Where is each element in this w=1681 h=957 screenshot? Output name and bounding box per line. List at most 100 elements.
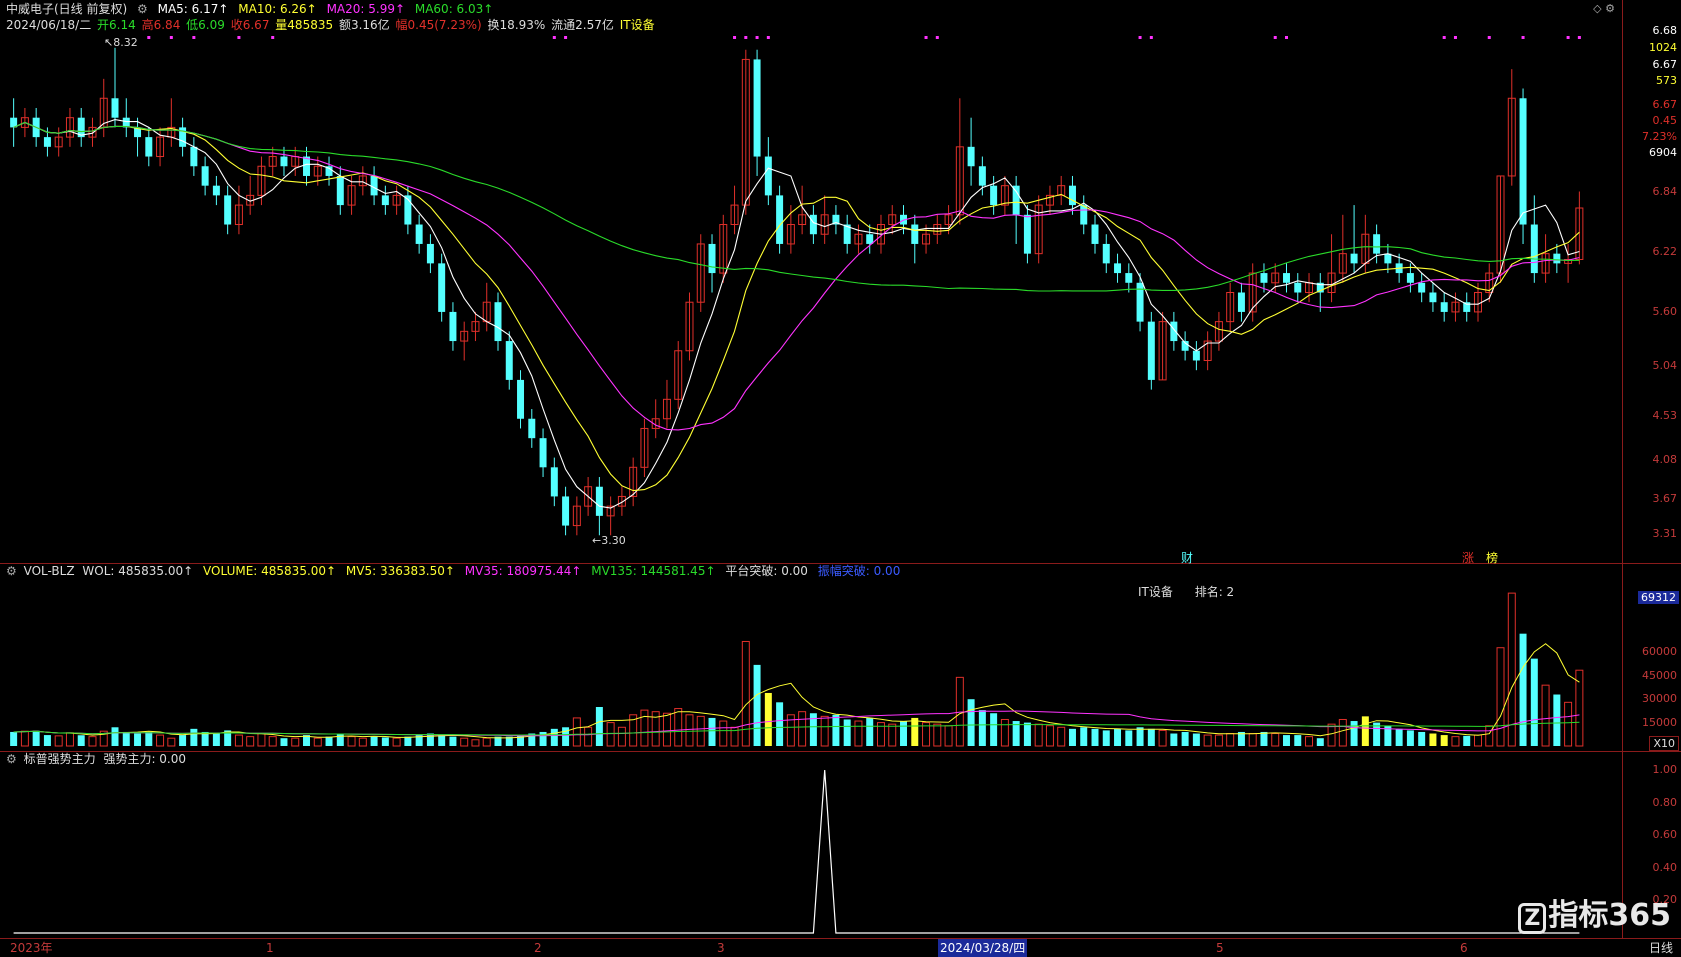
candle-body (1068, 185, 1076, 206)
candle-body (1147, 321, 1155, 380)
candle-body (1192, 350, 1200, 361)
volume-bar (1575, 669, 1584, 747)
volume-bar (967, 699, 975, 746)
candle-body (911, 224, 919, 244)
volume-bar (1553, 694, 1561, 746)
volume-bar (1338, 718, 1347, 747)
cai-marker[interactable]: 财 (1181, 549, 1193, 566)
signal-dot (733, 36, 737, 39)
volume-bar (1248, 733, 1257, 747)
kline-chart[interactable] (0, 0, 1622, 938)
volume-bar (336, 733, 344, 746)
volume-bar (1192, 733, 1200, 746)
candle-body (753, 59, 761, 157)
zhang-marker[interactable]: 涨 (1462, 549, 1474, 566)
volume-bar (1114, 728, 1122, 746)
signal-dot (169, 36, 173, 39)
volume-bar (550, 728, 558, 746)
volume-bar (1507, 592, 1516, 747)
period-label[interactable]: 日线 (1649, 939, 1673, 957)
volume-bar (482, 737, 491, 747)
candle-body (1384, 253, 1392, 264)
ma5-line (13, 119, 1580, 509)
volume-bar (54, 735, 63, 747)
volume-bar (776, 702, 784, 746)
candle-body (224, 195, 232, 225)
volume-bar (1045, 725, 1054, 747)
volume-bar (1102, 730, 1110, 746)
volume-bar (426, 733, 434, 746)
candle-body (1373, 234, 1381, 254)
time-label-m3: 3 (717, 941, 725, 955)
candle-body (370, 175, 378, 196)
signal-dot (766, 36, 770, 39)
axis-tick-label: 0.60 (1652, 828, 1678, 842)
volume-bar (43, 735, 51, 746)
mv5-line (13, 643, 1580, 739)
volume-bar (944, 725, 953, 747)
volume-bar (1181, 731, 1189, 746)
signal-dot (147, 36, 151, 39)
candle-body (505, 341, 513, 380)
high-annotation-value: 8.32 (113, 36, 138, 49)
volume-bar (1294, 735, 1302, 746)
volume-bar (1440, 735, 1448, 746)
volume-bar (1283, 735, 1290, 746)
volume-bar (1068, 728, 1076, 746)
volume-bar (381, 737, 389, 746)
volume-bar (674, 708, 683, 747)
volume-bar (1463, 735, 1471, 746)
candle-body (1170, 321, 1178, 342)
ma60-line (13, 121, 1580, 292)
time-label-year: 2023年 (10, 941, 53, 955)
candle-body (145, 137, 153, 157)
volume-bar (1530, 658, 1538, 746)
volume-bar (32, 730, 40, 746)
candle-body (111, 98, 119, 118)
signal-dot (1273, 36, 1277, 39)
time-label-m2: 2 (534, 941, 542, 955)
signal-dot (755, 36, 759, 39)
candle-body (1440, 302, 1448, 312)
volume-bar (1564, 701, 1573, 747)
time-label-cursor-date[interactable]: 2024/03/28/四 (938, 939, 1028, 957)
axis-tick-label: 4.08 (1652, 452, 1678, 466)
logo-icon: Z (1518, 903, 1547, 934)
volume-bar (1170, 733, 1178, 746)
volume-bar (10, 731, 18, 746)
volume-bar (65, 732, 74, 747)
volume-bar (167, 737, 176, 747)
volume-bar (888, 723, 897, 747)
candle-body (708, 243, 716, 274)
axis-tick-label: 6.84 (1652, 184, 1678, 198)
volume-bar (88, 736, 97, 747)
candle-body (1429, 292, 1437, 303)
candle-body (1553, 253, 1561, 264)
low-annotation: ←3.30 (592, 534, 626, 547)
signal-dot (1442, 36, 1446, 39)
axis-tick-label: 5.60 (1652, 304, 1678, 318)
volume-bar (1429, 733, 1437, 746)
candle-body (1102, 243, 1110, 264)
low-annotation-value: 3.30 (601, 534, 626, 547)
volume-bar (1000, 718, 1009, 747)
signal-dot (1284, 36, 1288, 39)
time-label-m5: 5 (1216, 941, 1224, 955)
right-p3: 6.67 (1652, 98, 1678, 111)
volume-bar (471, 739, 480, 747)
volume-bar (617, 726, 626, 747)
time-axis: 2023年 1 2 3 2024/03/28/四 5 6 日线 (0, 938, 1681, 957)
bang-marker[interactable]: 榜 (1486, 549, 1498, 566)
volume-bar (1136, 727, 1144, 746)
candle-body (1418, 282, 1426, 293)
signal-dot (552, 36, 556, 39)
candle-body (764, 156, 772, 196)
volume-bar (662, 712, 671, 747)
volume-bar (584, 726, 593, 747)
candle-body (1091, 224, 1099, 244)
volume-bar (145, 731, 153, 746)
candle-body (426, 243, 434, 264)
signal-dot (564, 36, 568, 39)
volume-bar (1023, 722, 1031, 746)
volume-bar (798, 711, 807, 747)
